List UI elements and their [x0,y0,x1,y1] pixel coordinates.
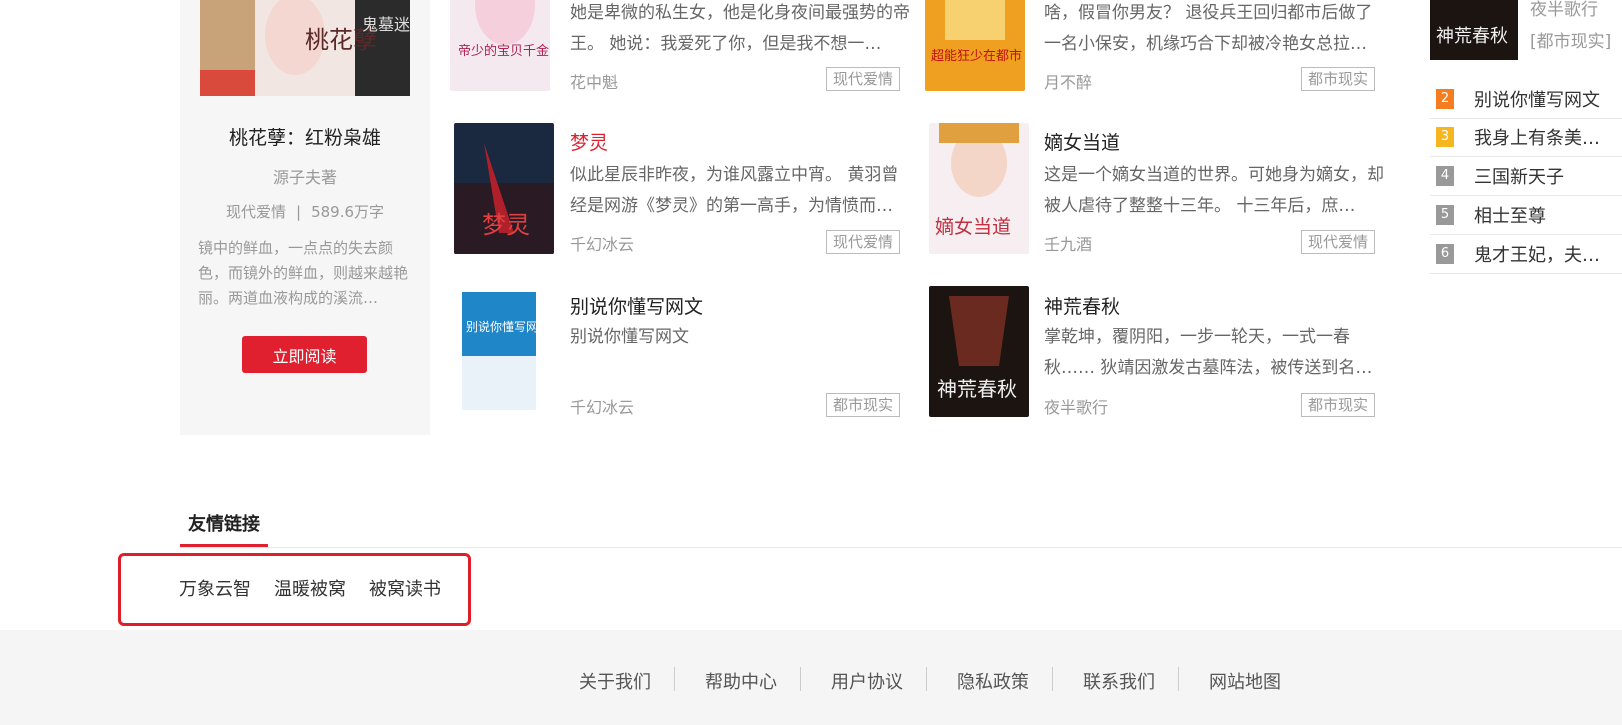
featured-words: 589.6万字 [311,203,385,221]
friend-link[interactable]: 万象云智 [179,575,251,601]
book-cover-image: 嫡女当道 [929,123,1029,254]
book-description: 别说你懂写网文 [570,327,689,347]
cover-text: 梦灵 [482,211,530,239]
footer-separator [1178,667,1179,691]
featured-cover-image: 桃花孽 鬼墓迷灯 [200,0,410,96]
book-title[interactable]: 梦灵 [570,128,608,155]
rank-top-author[interactable]: 夜半歌行 [1530,0,1598,20]
featured-meta: 现代爱情 | 589.6万字 [180,201,430,222]
rank-item[interactable]: 6 鬼才王妃，夫… [1430,235,1622,274]
divider [180,547,1622,548]
footer-link-sitemap[interactable]: 网站地图 [1209,668,1281,694]
footer-separator [800,667,801,691]
book-tag[interactable]: 现代爱情 [826,67,901,91]
footer-separator [1052,667,1053,691]
rank-book-name[interactable]: 相士至尊 [1474,202,1546,228]
book-author[interactable]: 千幻冰云 [570,394,634,418]
footer-separator [674,667,675,691]
rank-item[interactable]: 2 别说你懂写网文 [1430,80,1622,119]
footer-link-help[interactable]: 帮助中心 [705,668,777,694]
rank-item[interactable]: 4 三国新天子 [1430,157,1622,196]
cover-text: 帝少的宝贝千金 [458,43,549,59]
book-tag[interactable]: 现代爱情 [826,230,901,254]
cover-text: 超能狂少在都市 [931,48,1022,64]
book-cover[interactable]: 超能狂少在都市 [925,0,1025,91]
featured-description: 镜中的鲜血，一点点的失去颜色，而镜外的鲜血，则越来越艳丽。两道血液构成的溪流… [198,239,409,307]
featured-cover-collage[interactable]: 桃花孽 鬼墓迷灯 [200,0,410,96]
rank-book-name[interactable]: 三国新天子 [1474,163,1564,189]
read-now-button[interactable]: 立即阅读 [242,336,367,373]
rank-number: 4 [1436,166,1454,186]
footer [0,630,1622,725]
cover-text: 神荒春秋 [1436,26,1508,47]
book-author[interactable]: 月不醉 [1044,69,1092,93]
footer-link-privacy[interactable]: 隐私政策 [957,668,1029,694]
book-cover-image: 超能狂少在都市 [925,0,1025,91]
rank-top-tag[interactable]: [都市现实] [1530,27,1611,52]
book-description: 她是卑微的私生女，他是化身夜间最强势的帝王。 她说：我爱死了你，但是我不想一… [570,3,910,54]
book-tag[interactable]: 都市现实 [1301,67,1376,91]
cover-text: 别说你懂写网文 [466,319,550,334]
featured-category: 现代爱情 [225,203,286,221]
featured-author: 源子夫著 [272,168,337,187]
book-title[interactable]: 嫡女当道 [1044,128,1120,155]
meta-separator: | [296,203,302,221]
rank-cover-image: 神荒春秋 [1430,0,1518,60]
book-author[interactable]: 夜半歌行 [1044,394,1108,418]
rank-top-cover[interactable]: 神荒春秋 [1430,0,1518,60]
book-title[interactable]: 别说你懂写网文 [570,292,703,319]
book-author[interactable]: 壬九酒 [1044,231,1092,255]
footer-link-about[interactable]: 关于我们 [579,668,651,694]
book-description: 这是一个嫡女当道的世界。可她身为嫡女，却被人虐待了整整十三年。 十三年后，庶… [1044,165,1384,216]
book-cover-image: 帝少的宝贝千金 [450,0,550,91]
rank-book-name[interactable]: 我身上有条美… [1474,124,1600,150]
friend-links-title: 友情链接 [188,514,260,535]
book-tag[interactable]: 现代爱情 [1301,230,1376,254]
book-cover[interactable]: 嫡女当道 [929,123,1029,254]
rank-number: 2 [1436,89,1454,109]
book-cover[interactable]: 梦灵 [454,123,554,254]
rank-book-name[interactable]: 别说你懂写网文 [1474,86,1600,112]
footer-link-agreement[interactable]: 用户协议 [831,668,903,694]
book-cover[interactable]: 帝少的宝贝千金 [450,0,550,91]
book-description: 似此星辰非昨夜，为谁风露立中宵。 黄羽曾经是网游《梦灵》的第一高手，为情愤而… [570,165,899,216]
footer-link-contact[interactable]: 联系我们 [1083,668,1155,694]
rank-number: 6 [1436,244,1454,264]
book-author[interactable]: 花中魁 [570,69,618,93]
footer-separator [926,667,927,691]
book-description: 啥，假冒你男友？ 退役兵王回归都市后做了一名小保安，机缘巧合下却被冷艳女总拉… [1044,3,1373,54]
book-author[interactable]: 千幻冰云 [570,231,634,255]
book-cover[interactable]: 别说你懂写网文 [454,286,554,417]
book-cover-image: 梦灵 [454,123,554,254]
rank-number: 3 [1436,127,1454,147]
cover-text: 鬼墓迷灯 [362,15,410,34]
friend-link[interactable]: 被窝读书 [369,575,441,601]
rank-book-name[interactable]: 鬼才王妃，夫… [1474,241,1600,267]
book-tag[interactable]: 都市现实 [826,393,901,417]
cover-text: 神荒春秋 [937,377,1017,401]
featured-title[interactable]: 桃花孽：红粉枭雄 [180,123,430,150]
book-title[interactable]: 神荒春秋 [1044,292,1120,319]
book-cover[interactable]: 神荒春秋 [929,286,1029,417]
rank-item[interactable]: 5 相士至尊 [1430,196,1622,235]
cover-text: 嫡女当道 [935,216,1011,238]
friend-link[interactable]: 温暖被窝 [274,575,346,601]
book-cover-image: 神荒春秋 [929,286,1029,417]
book-tag[interactable]: 都市现实 [1301,393,1376,417]
rank-item[interactable]: 3 我身上有条美… [1430,118,1622,157]
rank-number: 5 [1436,205,1454,225]
book-cover-image: 别说你懂写网文 [454,286,554,417]
book-description: 掌乾坤，覆阴阳，一步一轮天，一式一春秋…… 狄靖因激发古墓阵法，被传送到名为… [1044,327,1356,378]
